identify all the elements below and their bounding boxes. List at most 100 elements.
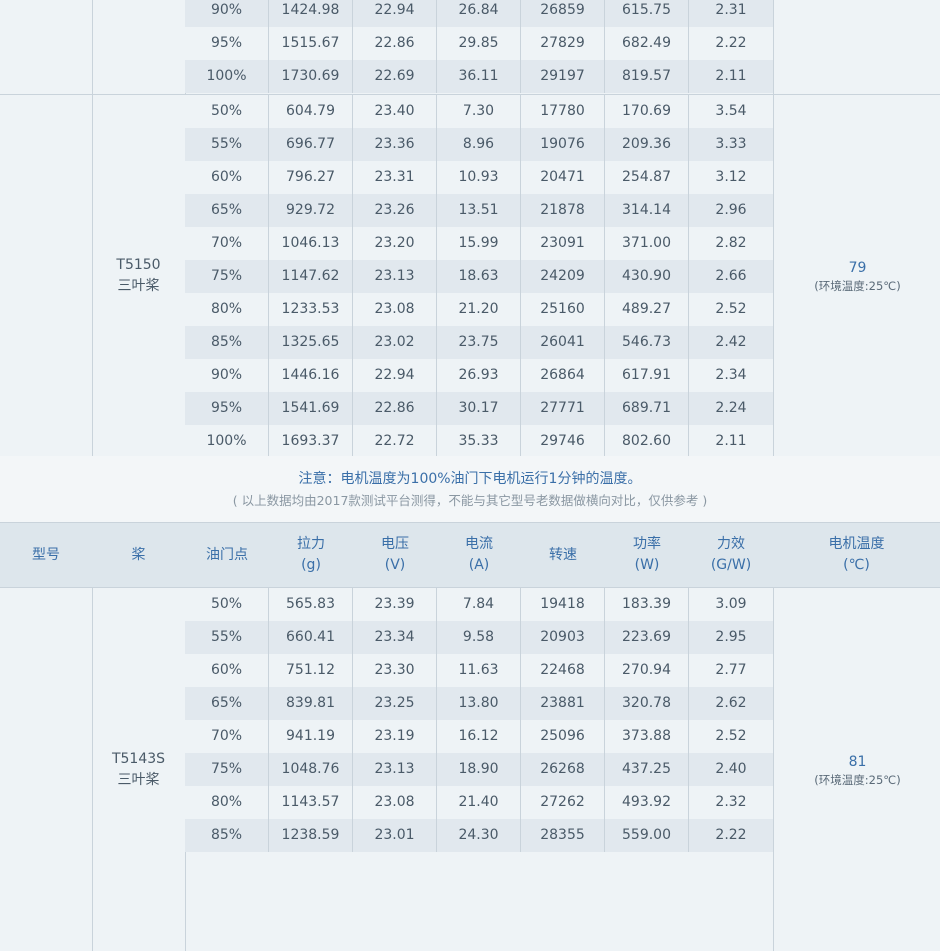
temp-cell: 81 (环境温度:25℃): [773, 588, 940, 951]
table-cell: 3.33: [715, 136, 747, 152]
header-rpm: 转速: [521, 523, 605, 587]
table-cell: 21.40: [437, 786, 521, 819]
table-cell: 546.73: [605, 326, 689, 359]
header-prop-label: 桨: [131, 546, 146, 563]
table-cell: 80%: [185, 293, 269, 326]
table-cell: 23.26: [353, 194, 437, 227]
table-cell: 1325.65: [269, 326, 353, 359]
table-cell: 1730.69: [269, 60, 353, 93]
table-cell: 27829: [521, 27, 605, 60]
data-rows: 90% 1424.98 22.94 26.84 26859 615.75 2.31 95% 15…: [185, 0, 773, 93]
table-row: 50% 565.83 23.39 7.84 19418 183.39 3.09: [185, 588, 773, 621]
table-cell: 16.12: [437, 720, 521, 753]
table-cell: 50%: [185, 588, 269, 621]
table-cell: 27262: [521, 786, 605, 819]
table-cell: 689.71: [605, 392, 689, 425]
header-power: 功率 (W): [605, 523, 689, 587]
table-cell: 9.58: [437, 621, 521, 654]
table-cell: 20903: [521, 621, 605, 654]
table-row: 55% 696.77 23.36 8.96 19076 209.36 3.33: [185, 128, 773, 161]
table-row: 85% 1325.65 23.02 23.75 26041 546.73 2.42: [185, 326, 773, 359]
table-cell: 26268: [521, 753, 605, 786]
table-cell: 1143.57: [269, 786, 353, 819]
temp-cell: 79 (环境温度:25℃): [773, 95, 940, 456]
table-cell: 615.75: [605, 0, 689, 27]
table-cell: 2.11: [715, 68, 747, 84]
table-cell: 254.87: [605, 161, 689, 194]
table-row: 100% 1693.37 22.72 35.33 29746 802.60 2.11: [185, 425, 773, 458]
table-cell: 65%: [185, 194, 269, 227]
table-cell: 2.24: [715, 400, 747, 416]
temp-cell: [773, 0, 940, 94]
table-cell: 8.96: [437, 128, 521, 161]
table-cell: 682.49: [605, 27, 689, 60]
table-cell: 489.27: [605, 293, 689, 326]
table-cell: 22.94: [353, 0, 437, 27]
table-cell: 1233.53: [269, 293, 353, 326]
table-cell: 223.69: [605, 621, 689, 654]
table-cell: 18.63: [437, 260, 521, 293]
table-cell: 23.02: [353, 326, 437, 359]
table-cell: 2.82: [715, 235, 747, 251]
table-row: 80% 1233.53 23.08 21.20 25160 489.27 2.52: [185, 293, 773, 326]
table-row: 60% 751.12 23.30 11.63 22468 270.94 2.77: [185, 654, 773, 687]
header-efficiency: 力效 (G/W): [689, 523, 773, 587]
ambient-temp-note: (环境温度:25℃): [814, 278, 901, 293]
table-row: 65% 839.81 23.25 13.80 23881 320.78 2.62: [185, 687, 773, 720]
model-name-cell: T5143S 三叶桨: [92, 588, 186, 951]
table-cell: 2.22: [715, 35, 747, 51]
table-row: 75% 1147.62 23.13 18.63 24209 430.90 2.66: [185, 260, 773, 293]
table-cell: 2.95: [715, 629, 747, 645]
table-cell: 2.77: [715, 662, 747, 678]
table-cell: 29746: [521, 425, 605, 458]
header-voltage-label: 电压: [381, 536, 409, 552]
table-cell: 604.79: [269, 95, 353, 128]
table-cell: 1693.37: [269, 425, 353, 458]
table-cell: 660.41: [269, 621, 353, 654]
table-cell: 25096: [521, 720, 605, 753]
table-cell: 22.72: [353, 425, 437, 458]
prop-type: 三叶桨: [117, 771, 160, 788]
table-cell: 70%: [185, 720, 269, 753]
table-cell: 19418: [521, 588, 605, 621]
table-cell: 209.36: [605, 128, 689, 161]
table-cell: 23091: [521, 227, 605, 260]
table-cell: 2.42: [715, 334, 747, 350]
table-cell: 2.31: [715, 2, 747, 18]
header-throttle-label: 油门点: [206, 546, 248, 563]
table-cell: 929.72: [269, 194, 353, 227]
header-thrust-label: 拉力: [297, 536, 325, 552]
table-cell: 314.14: [605, 194, 689, 227]
table-cell: 13.80: [437, 687, 521, 720]
table-cell: 30.17: [437, 392, 521, 425]
note-section: 注意：电机温度为100%油门下电机运行1分钟的温度。 ( 以上数据均由2017款…: [0, 456, 940, 522]
motor-temp-value: 81: [848, 753, 867, 770]
table-cell: 751.12: [269, 654, 353, 687]
model-block-previous: 90% 1424.98 22.94 26.84 26859 615.75 2.31 95% 15…: [0, 0, 940, 94]
table-cell: 27771: [521, 392, 605, 425]
header-rpm-label: 转速: [549, 546, 577, 563]
table-cell: 23.20: [353, 227, 437, 260]
table-cell: 617.91: [605, 359, 689, 392]
table-cell: 35.33: [437, 425, 521, 458]
table-cell: 10.93: [437, 161, 521, 194]
table-cell: 23.75: [437, 326, 521, 359]
table-cell: 23.30: [353, 654, 437, 687]
table-row: 55% 660.41 23.34 9.58 20903 223.69 2.95: [185, 621, 773, 654]
table-cell: 80%: [185, 786, 269, 819]
table-row: 80% 1143.57 23.08 21.40 27262 493.92 2.32: [185, 786, 773, 819]
table-cell: 170.69: [605, 95, 689, 128]
table-cell: 1147.62: [269, 260, 353, 293]
table-cell: 183.39: [605, 588, 689, 621]
table-cell: 85%: [185, 819, 269, 852]
header-current-label: 电流: [465, 536, 493, 552]
model-cell: [0, 0, 93, 94]
table-cell: 15.99: [437, 227, 521, 260]
table-cell: 26864: [521, 359, 605, 392]
table-cell: 839.81: [269, 687, 353, 720]
table-cell: 100%: [185, 60, 269, 93]
table-cell: 802.60: [605, 425, 689, 458]
table-cell: 20471: [521, 161, 605, 194]
table-cell: 23.34: [353, 621, 437, 654]
table-cell: 1424.98: [269, 0, 353, 27]
